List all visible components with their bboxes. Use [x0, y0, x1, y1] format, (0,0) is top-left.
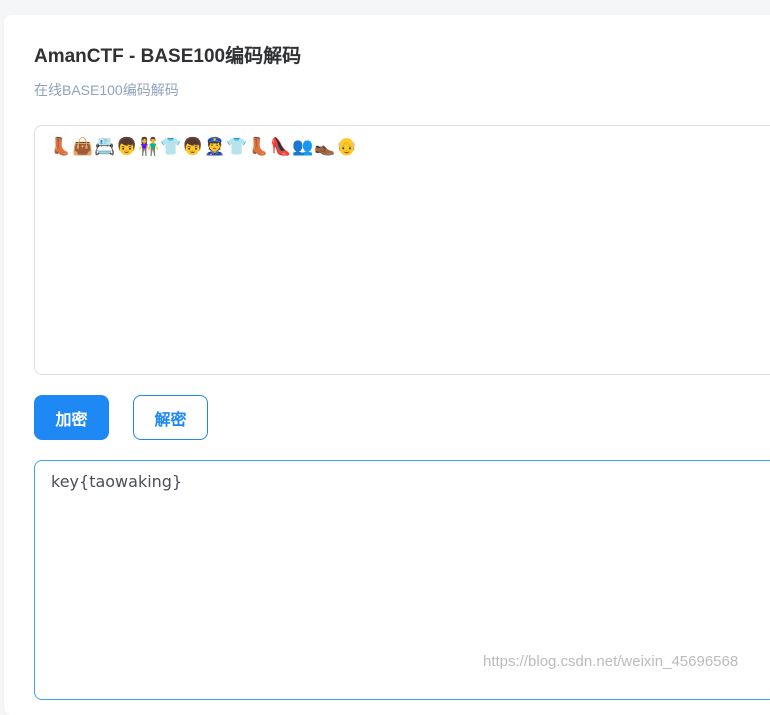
emoji-card-index: 📇: [94, 137, 116, 157]
emoji-silhouettes: 👥: [292, 137, 314, 157]
emoji-handbag: 👜: [72, 137, 94, 157]
emoji-boy-2: 👦: [182, 137, 204, 157]
output-text: key{taowaking}: [51, 472, 183, 491]
emoji-high-heel: 👠: [270, 137, 292, 157]
input-textarea[interactable]: 👢 👜 📇 👦 👫 👕 👦 👮 👕 👢 👠 👥 👞 👴: [34, 125, 770, 375]
emoji-shirt-1: 👕: [160, 137, 182, 157]
emoji-boy-1: 👦: [116, 137, 138, 157]
encrypt-button[interactable]: 加密: [34, 395, 109, 440]
watermark-url: https://blog.csdn.net/weixin_45696568: [483, 653, 739, 670]
emoji-old-man: 👴: [336, 137, 358, 157]
emoji-police-officer: 👮: [204, 137, 226, 157]
emoji-couple: 👫: [138, 137, 160, 157]
emoji-boot-2: 👢: [248, 137, 270, 157]
emoji-shirt-2: 👕: [226, 137, 248, 157]
page-title: AmanCTF - BASE100编码解码: [34, 46, 302, 67]
page-subtitle: 在线BASE100编码解码: [34, 82, 179, 98]
decrypt-button[interactable]: 解密: [133, 395, 208, 440]
emoji-sequence: 👢 👜 📇 👦 👫 👕 👦 👮 👕 👢 👠 👥 👞 👴: [50, 136, 770, 158]
emoji-boot-1: 👢: [50, 137, 72, 157]
emoji-shoe: 👞: [314, 137, 336, 157]
